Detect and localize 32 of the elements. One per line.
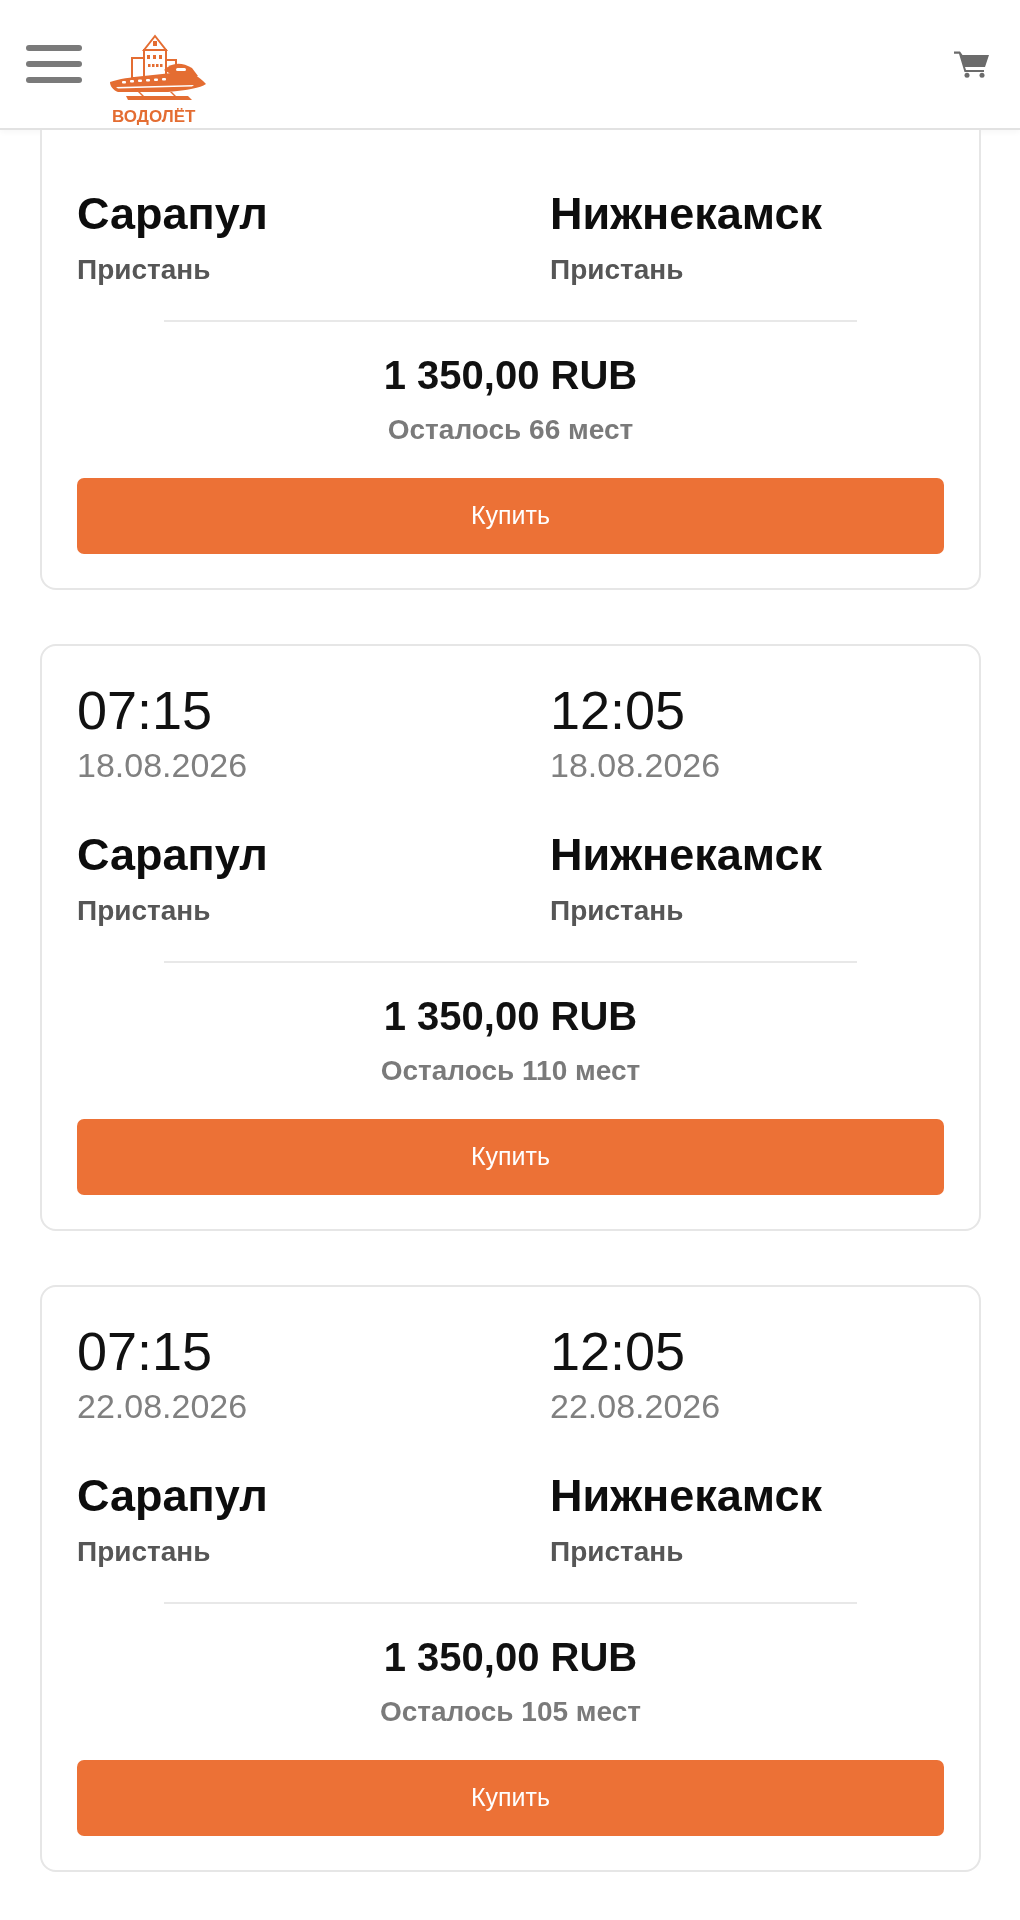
ticket-price: 1 350,00 RUB (382, 1634, 639, 1681)
ticket-price: 1 350,00 RUB (382, 352, 639, 399)
departure-pier: Пристань (77, 1535, 212, 1569)
departure-time: 07:15 (77, 680, 214, 740)
departure-time: 07:15 (77, 1321, 214, 1381)
arrival-pier: Пристань (550, 1535, 685, 1569)
buy-button[interactable]: Купить (77, 1760, 944, 1836)
buy-button[interactable]: Купить (77, 1119, 944, 1195)
arrival-city: Нижнекамск (550, 829, 824, 881)
arrival-date: 22.08.2026 (550, 1386, 722, 1426)
departure-city: Сарапул (77, 1470, 269, 1522)
arrival-time: 12:05 (550, 680, 687, 740)
departure-pier: Пристань (77, 253, 212, 287)
arrival-pier: Пристань (550, 253, 685, 287)
arrival-pier: Пристань (550, 894, 685, 928)
departure-date: 22.08.2026 (77, 1386, 249, 1426)
arrival-city: Нижнекамск (550, 188, 824, 240)
arrival-time: 12:05 (550, 1321, 687, 1381)
departure-city: Сарапул (77, 829, 269, 881)
seats-left: Осталось 66 мест (386, 413, 635, 447)
buy-button[interactable]: Купить (77, 478, 944, 554)
seats-left: Осталось 110 мест (379, 1054, 642, 1088)
arrival-date: 18.08.2026 (550, 745, 722, 785)
departure-pier: Пристань (77, 894, 212, 928)
departure-city: Сарапул (77, 188, 269, 240)
logo-text: ВОДОЛЁТ (112, 108, 197, 126)
cart-icon[interactable] (954, 50, 990, 78)
ticket-price: 1 350,00 RUB (382, 993, 639, 1040)
departure-date: 18.08.2026 (77, 745, 249, 785)
menu-icon[interactable] (26, 45, 82, 83)
arrival-city: Нижнекамск (550, 1470, 824, 1522)
seats-left: Осталось 105 мест (378, 1695, 643, 1729)
